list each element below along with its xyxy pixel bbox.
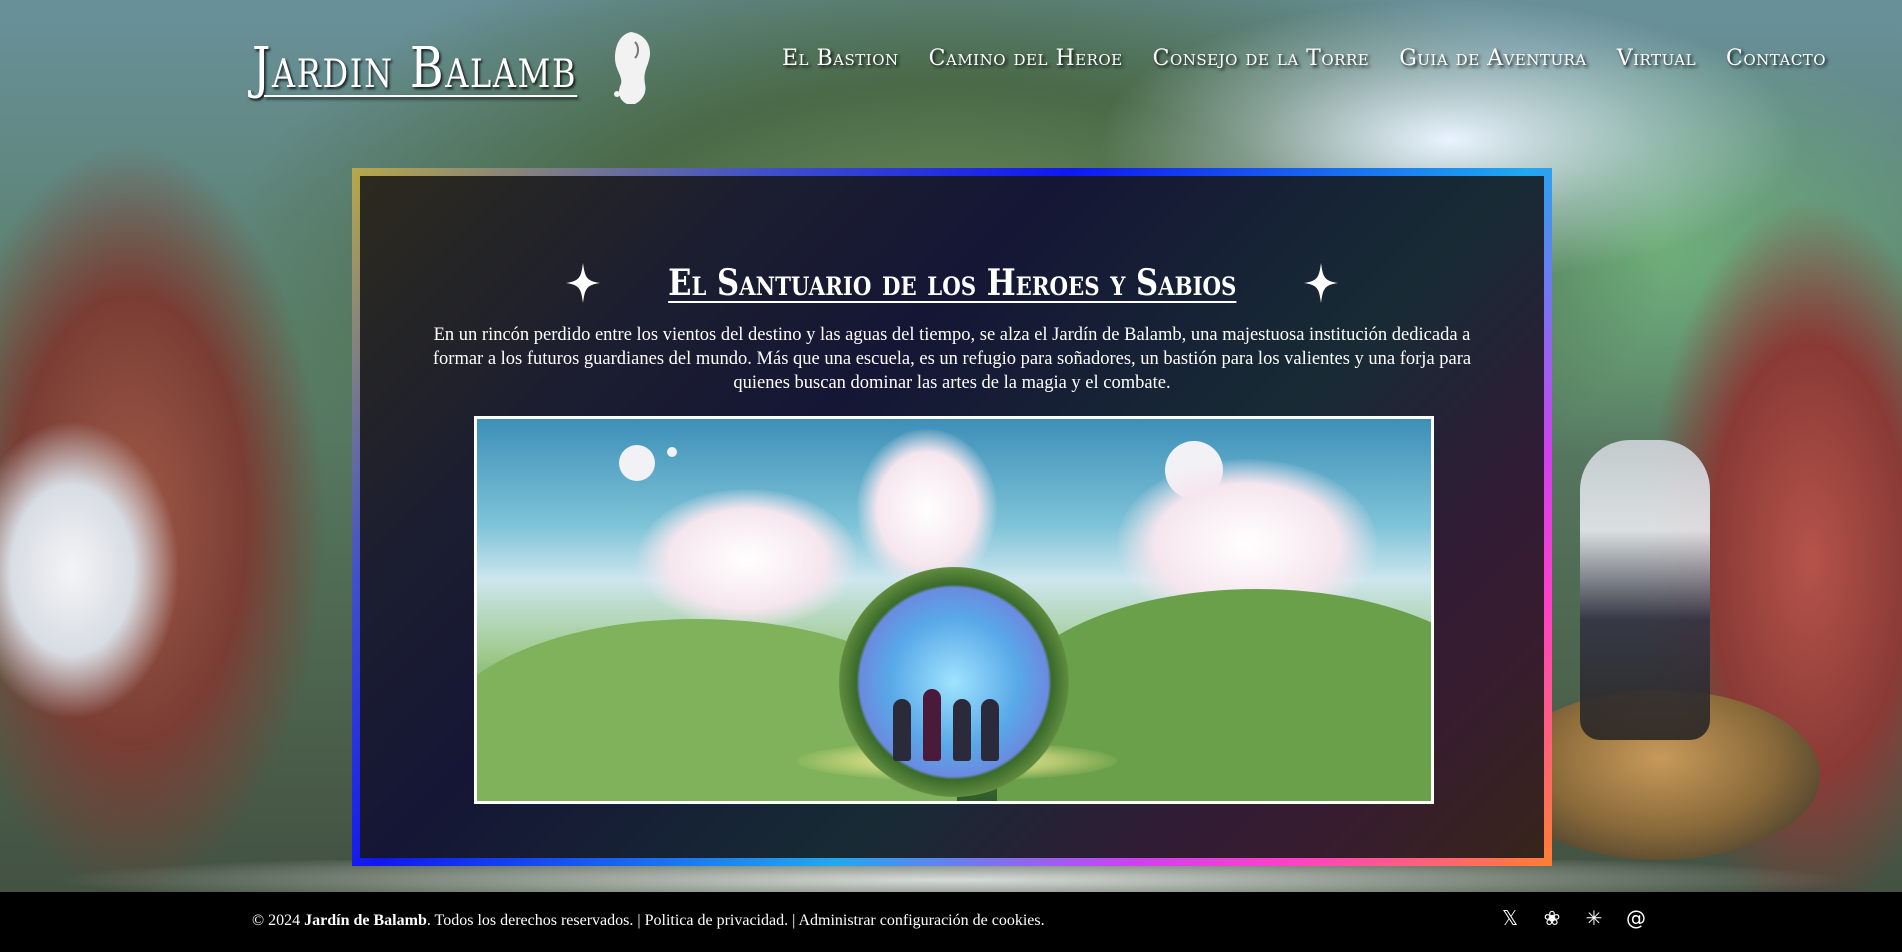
logo-text: Jardin Balamb: [252, 35, 578, 101]
archer-silhouette: [981, 699, 999, 761]
main-nav: El Bastion Camino del Heroe Consejo de l…: [782, 46, 1826, 71]
nav-item-guia-de-aventura[interactable]: Guia de Aventura: [1399, 46, 1587, 71]
nav-item-contacto[interactable]: Contacto: [1726, 46, 1826, 71]
x-icon[interactable]: 𝕏: [1498, 906, 1522, 930]
footer-separator: |: [792, 912, 796, 929]
footer-copyright: © 2024 Jardín de Balamb. Todos los derec…: [252, 912, 1045, 930]
cookie-settings-link[interactable]: Administrar configuración de cookies.: [798, 912, 1044, 929]
copyright-org: Jardín de Balamb: [304, 912, 427, 929]
warrior-silhouette: [953, 699, 971, 761]
lion-emblem-icon: [613, 32, 650, 104]
site-footer: © 2024 Jardín de Balamb. Todos los derec…: [0, 892, 1902, 952]
asterisk-icon[interactable]: ✳: [1582, 906, 1606, 930]
site-header: Jardin Balamb El Bastion Camino del Hero…: [0, 0, 1902, 130]
nav-item-virtual[interactable]: Virtual: [1617, 46, 1696, 71]
sparkle-left-icon: [565, 263, 600, 304]
site-logo[interactable]: Jardin Balamb: [252, 28, 657, 108]
content-panel: El Santuario de los Heroes y Sabios En u…: [352, 168, 1552, 866]
nav-item-camino-del-heroe[interactable]: Camino del Heroe: [929, 46, 1123, 71]
intro-paragraph: En un rincón perdido entre los vientos d…: [432, 324, 1472, 393]
moon-small: [619, 445, 655, 481]
cloud-left: [637, 489, 857, 629]
content-panel-inner: El Santuario de los Heroes y Sabios En u…: [360, 176, 1544, 858]
wizard-silhouette: [923, 689, 941, 761]
moon-tiny: [667, 447, 677, 457]
adventurer-silhouette: [893, 699, 911, 761]
copyright-rights: . Todos los derechos reservados. |: [426, 912, 641, 929]
nav-item-el-bastion[interactable]: El Bastion: [782, 46, 899, 71]
background-cloud: [0, 420, 180, 720]
portal-illustration: [474, 416, 1434, 804]
raspberry-icon[interactable]: ❀: [1540, 906, 1564, 930]
background-hero-figure: [1580, 440, 1710, 740]
privacy-link[interactable]: Politica de privacidad.: [645, 912, 789, 929]
social-links: 𝕏 ❀ ✳ @: [1498, 906, 1648, 930]
cloud-center: [857, 429, 997, 589]
copyright-prefix: © 2024: [252, 912, 301, 929]
portal-icon: [839, 567, 1069, 797]
nav-item-consejo-de-la-torre[interactable]: Consejo de la Torre: [1153, 46, 1370, 71]
threads-icon[interactable]: @: [1624, 906, 1648, 930]
sparkle-right-icon: [1304, 263, 1339, 304]
page-title: El Santuario de los Heroes y Sabios: [667, 262, 1237, 305]
title-row: El Santuario de los Heroes y Sabios: [360, 238, 1544, 328]
